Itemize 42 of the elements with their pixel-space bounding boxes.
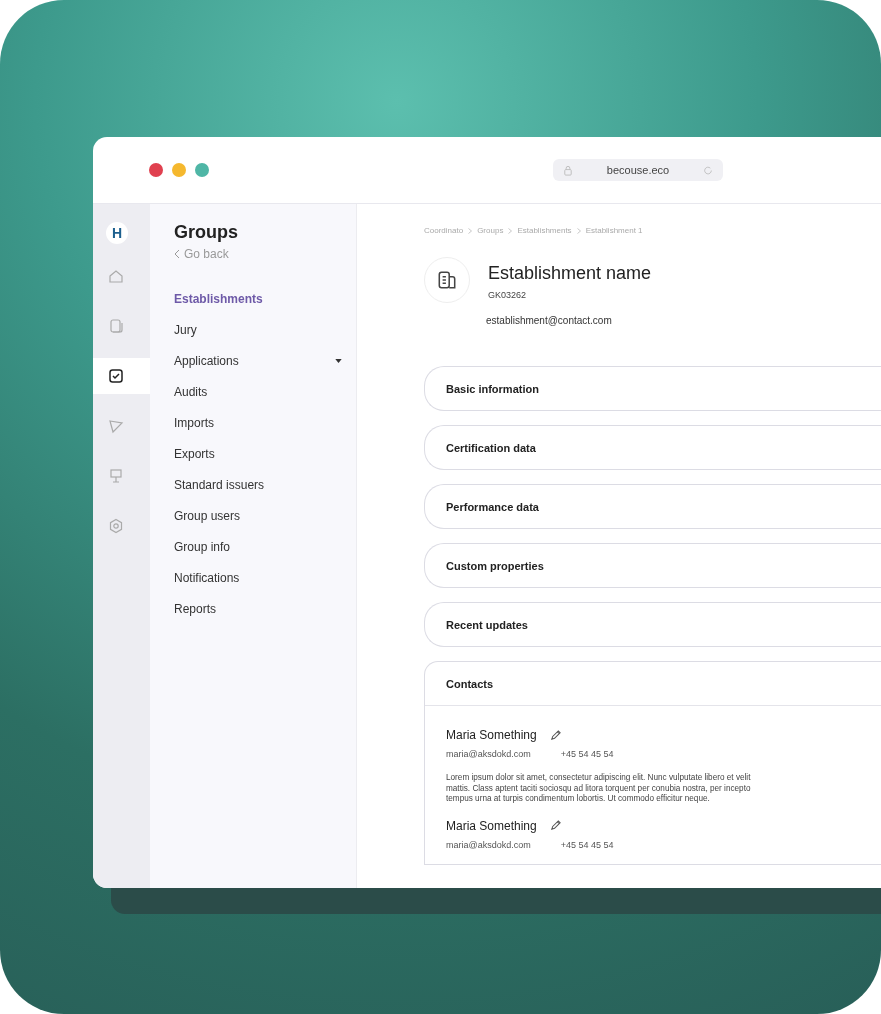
sidebar-item[interactable]: Jury: [174, 320, 356, 339]
establishment-email: establishment@contact.com: [486, 315, 613, 326]
chevron-right-icon: [468, 227, 473, 234]
sidebar-item[interactable]: Establishments: [174, 289, 356, 308]
accordion-header[interactable]: Contacts: [425, 662, 881, 706]
sidebar-item[interactable]: Applications: [174, 351, 356, 370]
chevron-right-icon: [508, 227, 513, 234]
accordion-header[interactable]: Recent updates: [425, 603, 881, 646]
accordion-header[interactable]: Basic information: [425, 367, 881, 410]
checkbox-icon[interactable]: [93, 358, 150, 394]
contact-email: maria@aksdokd.com: [446, 839, 531, 850]
sidebar-item[interactable]: Notifications: [174, 568, 356, 587]
accordion-header[interactable]: Custom properties: [425, 544, 881, 587]
sidebar-item[interactable]: Group users: [174, 506, 356, 525]
address-bar[interactable]: becouse.eco: [553, 159, 723, 181]
contact-email: maria@aksdokd.com: [446, 749, 531, 759]
accordion-header[interactable]: Certification data: [425, 426, 881, 469]
contact-phone: +45 54 45 54: [560, 839, 614, 850]
contact-note: Lorem ipsum dolor sit amet, consectetur adipiscing elit. Nunc vulputate libero et velit mattis. Class aptent taciti sociosqu ad litora torquent per conubia nostra, per incepto tempus urna at turpis condimentum lobortis. Ut commodo efficitur neque.: [446, 773, 752, 805]
pencil-icon[interactable]: [548, 728, 562, 742]
accordion-header[interactable]: Performance data: [425, 485, 881, 528]
contact-phone: +45 54 45 54: [560, 749, 614, 759]
minimize-dot[interactable]: [172, 163, 186, 177]
sidebar-item[interactable]: Audits: [174, 382, 356, 401]
chevron-left-icon: [174, 249, 180, 259]
sidebar-title: Groups: [174, 222, 239, 243]
maximize-dot[interactable]: [195, 163, 209, 177]
logo[interactable]: H: [106, 222, 128, 244]
pencil-icon[interactable]: [548, 819, 562, 833]
sidebar-item[interactable]: Reports: [174, 599, 356, 618]
close-dot[interactable]: [149, 163, 163, 177]
sidebar-item[interactable]: Standard issuers: [174, 475, 356, 494]
sidebar-item[interactable]: Group info: [174, 537, 356, 556]
establishment-code: GK03262: [488, 290, 528, 300]
reload-icon[interactable]: [703, 164, 713, 176]
lock-icon: [563, 164, 573, 176]
establishment-name: Establishment name: [488, 263, 652, 284]
contact-name: Maria Something: [446, 728, 537, 742]
contact-name: Maria Something: [446, 818, 537, 833]
sidebar-item[interactable]: Imports: [174, 413, 356, 432]
sidebar-item[interactable]: Exports: [174, 444, 356, 463]
chevron-right-icon: [576, 227, 581, 234]
